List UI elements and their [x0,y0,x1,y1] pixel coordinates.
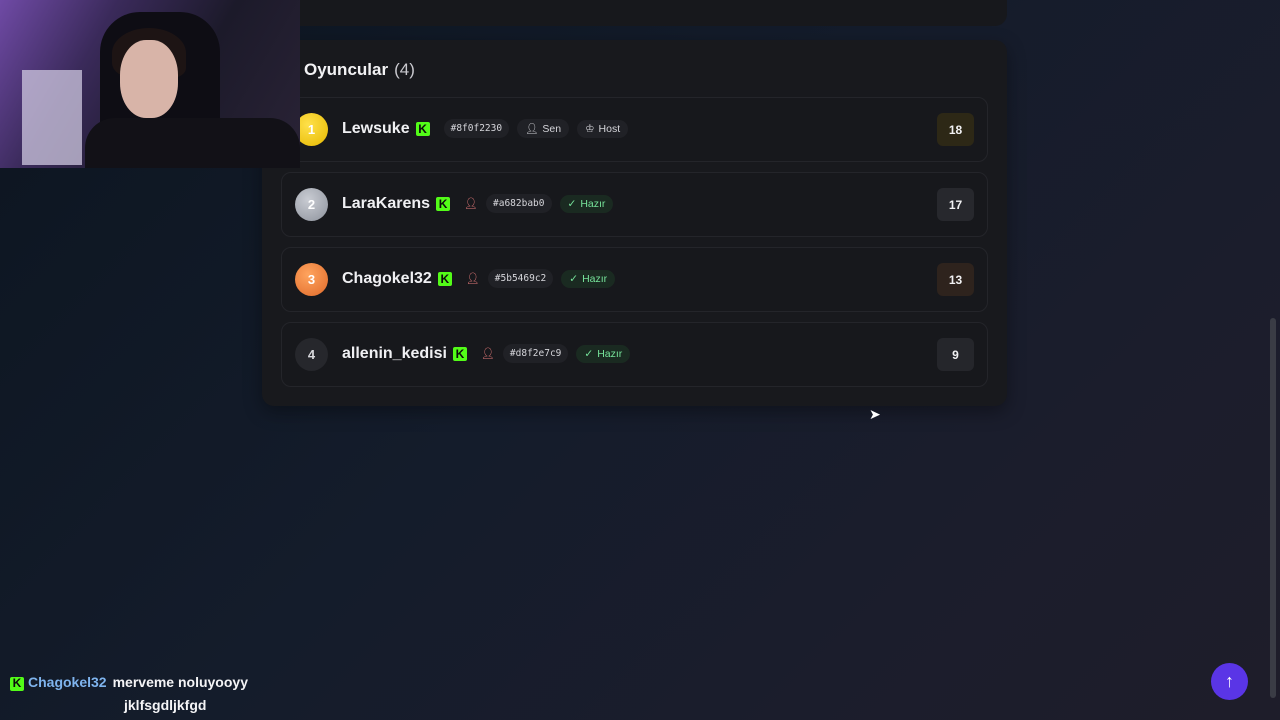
player-id-tag: #a682bab0 [486,194,552,213]
scroll-to-top-button[interactable]: ↑ [1211,663,1248,700]
ready-badge: ✓ Hazır [561,269,616,288]
kick-icon: K [452,346,467,361]
score-badge: 18 [937,113,974,146]
ready-badge: ✓ Hazır [559,194,614,213]
chat-username: Chagokel32 [28,674,107,690]
check-circle-icon: ✓ [569,272,579,285]
arrow-up-icon: ↑ [1225,671,1234,691]
add-friend-icon[interactable]: 👤︎ [481,347,495,360]
kick-icon: K [436,196,451,211]
check-circle-icon: ✓ [567,197,577,210]
add-friend-icon[interactable]: 👤︎ [466,272,480,285]
scrollbar[interactable] [1270,318,1276,698]
score-badge: 17 [937,188,974,221]
player-id-tag: #5b5469c2 [487,269,554,288]
score-badge: 9 [937,338,974,371]
crown-icon: ♔ [585,122,595,135]
player-row-1[interactable]: 1 Lewsuke K #8f0f2230 👤︎ Sen ♔ Host 18 [281,97,988,162]
mouse-cursor-icon: ➤ [869,406,881,422]
chat-text-continued: jklfsgdljkfgd [124,697,207,713]
add-friend-icon[interactable]: 👤︎ [464,197,478,210]
rank-badge: 3 [295,263,328,296]
ready-badge: ✓ Hazır [576,344,631,363]
chat-message: K Chagokel32 merveme noluyooyy jklfsgdljkf… [10,671,248,717]
user-icon: 👤︎ [525,123,539,135]
player-name: allenin_kedisi [342,344,447,362]
player-name: LaraKarens [342,194,431,212]
players-panel: Oyuncular (4) 1 Lewsuke K #8f0f2230 👤︎ Sen… [262,40,1007,406]
player-row-3[interactable]: 3 Chagokel32 K 👤︎ #5b5469c2 ✓ Hazır 13 [281,247,988,312]
check-circle-icon: ✓ [584,347,594,360]
player-id-tag: #d8f2e7c9 [502,344,569,363]
rank-badge: 4 [295,338,328,371]
score-badge: 13 [937,263,974,296]
chat-text: merveme noluyooyy [112,674,248,690]
player-id-tag: #8f0f2230 [443,119,510,138]
kick-icon: K [10,676,24,691]
player-row-2[interactable]: 2 LaraKarens K 👤︎ #a682bab0 ✓ Hazır 17 [281,172,988,237]
webcam-shelf [22,70,82,165]
player-name: Chagokel32 [342,269,432,287]
you-badge: 👤︎ Sen [517,119,570,138]
webcam-overlay [0,0,300,168]
players-title: Oyuncular (4) [304,60,415,79]
player-name: Lewsuke [342,119,410,137]
webcam-face [120,40,178,118]
host-badge: ♔ Host [577,119,629,138]
kick-icon: K [437,271,452,286]
webcam-body [85,118,300,168]
rank-badge: 2 [295,188,328,221]
players-count: (4) [394,60,415,79]
kick-icon: K [415,121,430,136]
player-row-4[interactable]: 4 allenin_kedisi K 👤︎ #d8f2e7c9 ✓ Hazır 9 [281,322,988,387]
previous-panel [262,0,1007,26]
